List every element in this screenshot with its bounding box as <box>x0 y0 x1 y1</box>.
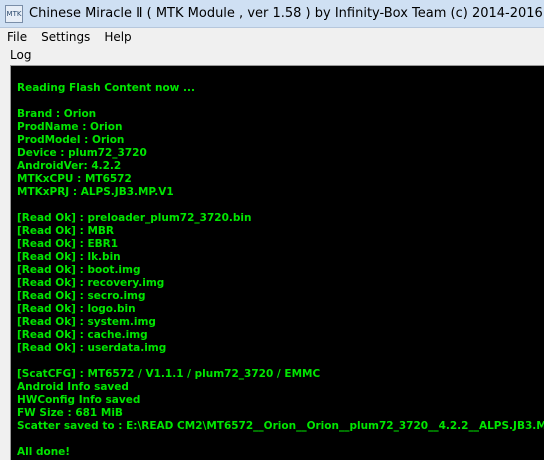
menu-settings[interactable]: Settings <box>34 28 97 47</box>
title-bar: MTK Chinese Miracle Ⅱ ( MTK Module , ver… <box>0 0 544 28</box>
log-line-read-logo: [Read Ok] : logo.bin <box>17 303 136 315</box>
log-line-read-system: [Read Ok] : system.img <box>17 316 156 328</box>
tab-row: Log <box>0 47 544 64</box>
log-line-read-lk: [Read Ok] : lk.bin <box>17 251 121 263</box>
log-line-device: Device : plum72_3720 <box>17 147 147 159</box>
log-line-mtkxprj: MTKxPRJ : ALPS.JB3.MP.V1 <box>17 186 174 198</box>
log-line-read-cache: [Read Ok] : cache.img <box>17 329 148 341</box>
log-line-fw-size: FW Size : 681 MiB <box>17 407 123 419</box>
log-line-mtkxcpu: MTKxCPU : MT6572 <box>17 173 132 185</box>
log-line-scatter-saved: Scatter saved to : E:\READ CM2\MT6572__O… <box>17 420 544 432</box>
window-title: Chinese Miracle Ⅱ ( MTK Module , ver 1.5… <box>29 6 543 21</box>
log-line-prodmodel: ProdModel : Orion <box>17 134 125 146</box>
log-panel[interactable]: Reading Flash Content now ... Brand : Or… <box>10 65 544 460</box>
log-line-android-info: Android Info saved <box>17 381 129 393</box>
log-line-all-done: All done! <box>17 446 71 458</box>
log-line-read-preloader: [Read Ok] : preloader_plum72_3720.bin <box>17 212 252 224</box>
log-line-read-recovery: [Read Ok] : recovery.img <box>17 277 165 289</box>
log-line-read-mbr: [Read Ok] : MBR <box>17 225 115 237</box>
log-line-brand: Brand : Orion <box>17 108 97 120</box>
menu-bar: File Settings Help <box>0 28 544 47</box>
menu-file[interactable]: File <box>0 28 34 47</box>
log-line-androidver: AndroidVer: 4.2.2 <box>17 160 122 172</box>
log-line-reading: Reading Flash Content now ... <box>17 82 195 94</box>
log-line-read-boot: [Read Ok] : boot.img <box>17 264 141 276</box>
app-icon: MTK <box>5 4 23 23</box>
menu-help[interactable]: Help <box>97 28 138 47</box>
log-line-read-secro: [Read Ok] : secro.img <box>17 290 146 302</box>
tab-log[interactable]: Log <box>10 48 31 62</box>
log-line-prodname: ProdName : Orion <box>17 121 123 133</box>
log-line-hwconfig-info: HWConfig Info saved <box>17 394 141 406</box>
log-line-scatcfg: [ScatCFG] : MT6572 / V1.1.1 / plum72_372… <box>17 368 321 380</box>
log-line-read-ebr1: [Read Ok] : EBR1 <box>17 238 119 250</box>
log-line-read-userdata: [Read Ok] : userdata.img <box>17 342 167 354</box>
